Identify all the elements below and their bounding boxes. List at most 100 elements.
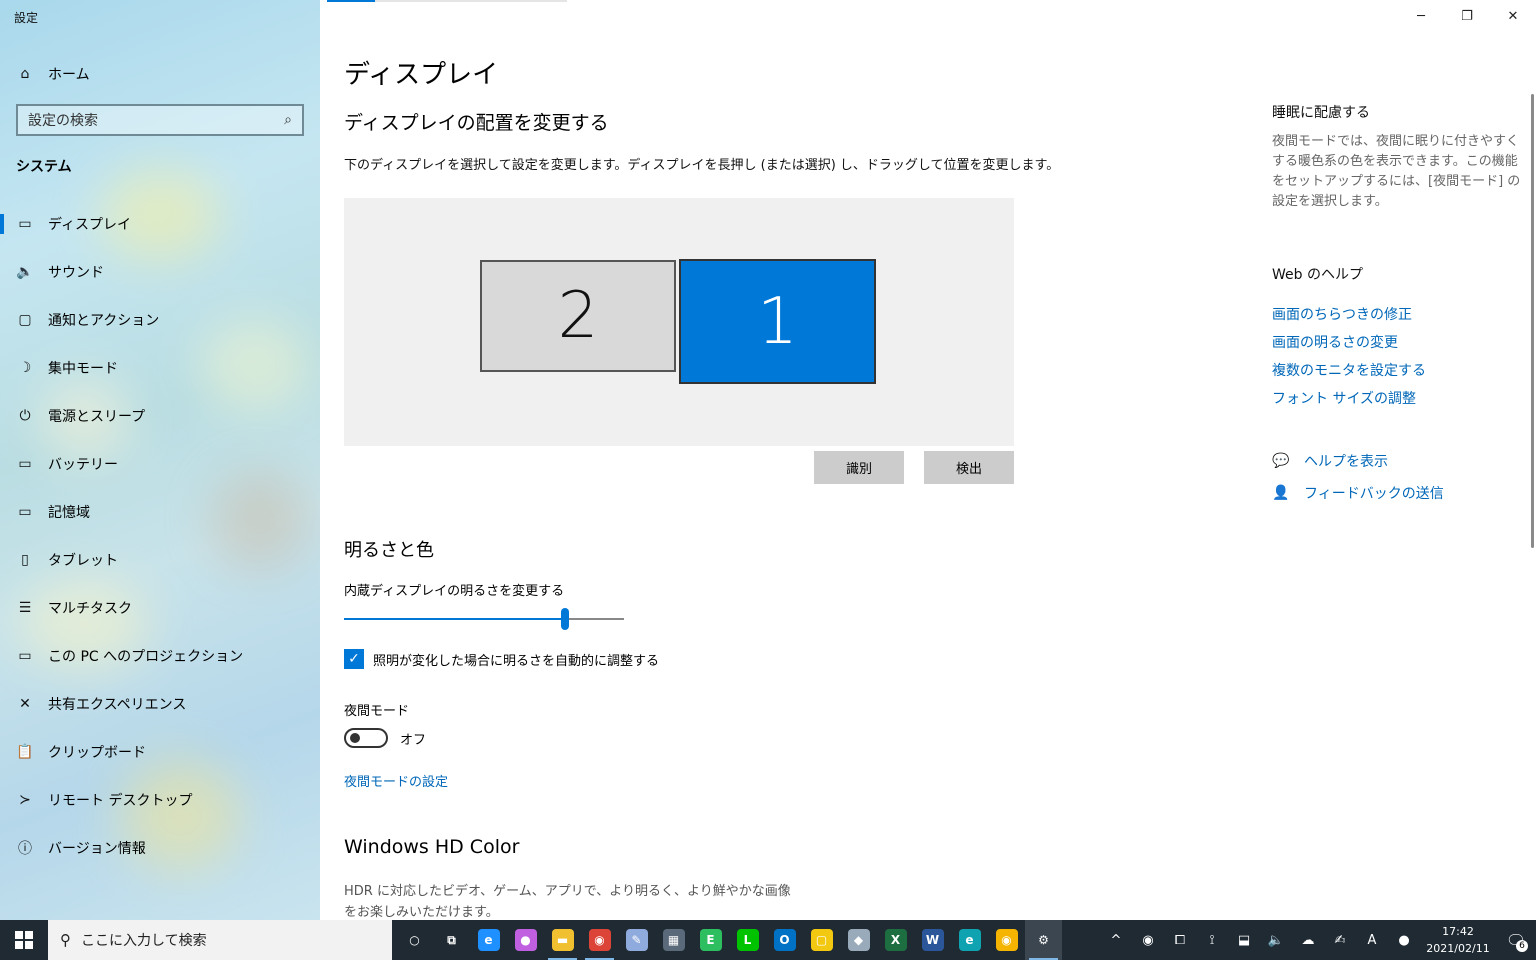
get-help-action[interactable]: 💬 ヘルプを表示	[1272, 445, 1522, 477]
word-glyph: W	[921, 929, 944, 951]
settings-search-input[interactable]: 設定の検索 ⌕	[16, 104, 304, 136]
auto-brightness-row[interactable]: ✓ 照明が変化した場合に明るさを自動的に調整する	[344, 649, 659, 669]
minimize-icon[interactable]: ─	[1398, 0, 1444, 32]
multitask-icon: ☰	[18, 600, 32, 616]
help-link-brightness[interactable]: 画面の明るさの変更	[1272, 328, 1522, 356]
moon-icon: ☽	[18, 360, 32, 376]
sidebar-item-multitask[interactable]: ☰ マルチタスク	[0, 584, 320, 632]
window-controls: ─ ❐ ✕	[1398, 0, 1536, 32]
onedrive-icon[interactable]: ☁	[1292, 920, 1324, 960]
record-icon[interactable]: ◉	[1132, 920, 1164, 960]
auto-brightness-label: 照明が変化した場合に明るさを自動的に調整する	[373, 653, 660, 669]
sidebar-item-clipboard[interactable]: 📋 クリップボード	[0, 728, 320, 776]
sidebar-item-moon[interactable]: ☽ 集中モード	[0, 344, 320, 392]
notification-badge: 6	[1516, 940, 1528, 952]
windows-logo-icon	[15, 931, 33, 949]
paint-icon[interactable]: ✎	[618, 920, 655, 960]
task-view-glyph: ⧉	[447, 932, 456, 947]
show-hidden-icon[interactable]: ^	[1100, 920, 1132, 960]
arrange-heading: ディスプレイの配置を変更する	[344, 112, 609, 134]
internet-explorer-icon[interactable]: e	[470, 920, 507, 960]
sidebar-item-label: タブレット	[48, 553, 118, 569]
sleep-title: 睡眠に配慮する	[1272, 105, 1370, 121]
outlook-icon[interactable]: O	[766, 920, 803, 960]
settings-icon[interactable]: ⚙	[1025, 920, 1062, 960]
info-icon: ⓘ	[18, 841, 32, 857]
chrome-glyph: ◉	[588, 929, 611, 951]
edge-glyph: e	[958, 929, 981, 951]
clipboard-icon: 📋	[16, 744, 34, 760]
start-button[interactable]	[0, 920, 48, 960]
pen-icon[interactable]: ✍	[1324, 920, 1356, 960]
brightness-slider[interactable]	[344, 608, 624, 630]
sticky-notes-glyph: ▢	[810, 929, 833, 951]
close-icon[interactable]: ✕	[1490, 0, 1536, 32]
sidebar-home[interactable]: ⌂ ホーム	[0, 56, 320, 92]
identify-button[interactable]: 識別	[814, 451, 904, 484]
help-link-font-size[interactable]: フォント サイズの調整	[1272, 384, 1522, 412]
slider-thumb[interactable]	[561, 608, 570, 630]
notes-glyph: ◆	[847, 929, 870, 951]
file-explorer-icon[interactable]: ▬	[544, 920, 581, 960]
taskbar-apps: ○ ⧉ e ● ▬ ◉ ✎ ▦ E L O ▢ ◆ X We ◉ ⚙	[396, 920, 1062, 960]
internet-explorer-glyph: e	[477, 929, 500, 951]
sidebar: 設定 ⌂ ホーム 設定の検索 ⌕ システム ▭ ディスプレイ 🔈 サウンド ▢ 通知とアク…	[0, 0, 320, 920]
edge-icon[interactable]: e	[951, 920, 988, 960]
color-ball-icon[interactable]: ●	[1388, 920, 1420, 960]
tray-icons: ^ ◉ ⧠ ⟟ ⬓ 🔈 ☁ ✍ A ●	[1100, 920, 1420, 960]
meet-now-icon[interactable]: ⧠	[1164, 920, 1196, 960]
notes-icon[interactable]: ◆	[840, 920, 877, 960]
help-link-flicker[interactable]: 画面のちらつきの修正	[1272, 300, 1522, 328]
action-center-button[interactable]: 🗨 6	[1496, 920, 1536, 960]
settings-glyph: ⚙	[1038, 933, 1049, 947]
chrome-icon[interactable]: ◉	[581, 920, 618, 960]
sidebar-item-projection[interactable]: ▭ この PC へのプロジェクション	[0, 632, 320, 680]
network-icon[interactable]: ⟟	[1196, 920, 1228, 960]
slider-fill	[344, 618, 566, 620]
sidebar-item-info[interactable]: ⓘ バージョン情報	[0, 824, 320, 872]
detect-button[interactable]: 検出	[924, 451, 1014, 484]
sidebar-item-speaker[interactable]: 🔈 サウンド	[0, 248, 320, 296]
sidebar-item-remote[interactable]: ≻ リモート デスクトップ	[0, 776, 320, 824]
help-link-multi-monitor[interactable]: 複数のモニタを設定する	[1272, 356, 1522, 384]
sidebar-item-battery[interactable]: ▭ バッテリー	[0, 440, 320, 488]
excel-icon[interactable]: X	[877, 920, 914, 960]
sidebar-item-power[interactable]: ⏻ 電源とスリープ	[0, 392, 320, 440]
task-view-icon[interactable]: ⧉	[433, 920, 470, 960]
cortana-glyph: ○	[409, 933, 420, 947]
toggle-knob	[350, 733, 360, 743]
monitor-2[interactable]: 2	[480, 260, 676, 372]
scrollbar[interactable]	[1531, 94, 1534, 548]
ime-icon[interactable]: A	[1356, 920, 1388, 960]
sidebar-item-label: 記憶域	[48, 505, 90, 521]
sleep-text: 夜間モードでは、夜間に眠りに付きやすくする暖色系の色を表示できます。この機能をセ…	[1272, 134, 1521, 209]
sidebar-item-shared[interactable]: ✕ 共有エクスペリエンス	[0, 680, 320, 728]
word-icon[interactable]: W	[914, 920, 951, 960]
night-mode-toggle[interactable]	[344, 728, 388, 748]
sidebar-item-label: 集中モード	[48, 361, 118, 377]
notification-icon: ▢	[18, 312, 32, 328]
sticky-notes-icon[interactable]: ▢	[803, 920, 840, 960]
night-mode-toggle-row[interactable]: オフ	[344, 728, 426, 748]
calculator-icon[interactable]: ▦	[655, 920, 692, 960]
feedback-action[interactable]: 👤 フィードバックの送信	[1272, 477, 1522, 509]
sidebar-list: ▭ ディスプレイ 🔈 サウンド ▢ 通知とアクション ☽ 集中モード ⏻ 電源とスリープ ▭ バッテリ…	[0, 200, 320, 872]
monitor-1[interactable]: 1	[679, 259, 876, 384]
sidebar-item-tablet[interactable]: ▯ タブレット	[0, 536, 320, 584]
restore-icon[interactable]: ❐	[1444, 0, 1490, 32]
cortana-icon[interactable]: ○	[396, 920, 433, 960]
sidebar-item-notification[interactable]: ▢ 通知とアクション	[0, 296, 320, 344]
evernote-icon[interactable]: E	[692, 920, 729, 960]
paint-drop-icon[interactable]: ●	[507, 920, 544, 960]
sidebar-item-storage[interactable]: ▭ 記憶域	[0, 488, 320, 536]
chrome-canary-icon[interactable]: ◉	[988, 920, 1025, 960]
line-icon[interactable]: L	[729, 920, 766, 960]
volume-icon[interactable]: 🔈	[1260, 920, 1292, 960]
night-mode-settings-link[interactable]: 夜間モードの設定	[344, 771, 448, 790]
sidebar-item-monitor[interactable]: ▭ ディスプレイ	[0, 200, 320, 248]
dropbox-icon[interactable]: ⬓	[1228, 920, 1260, 960]
checkmark-icon[interactable]: ✓	[344, 649, 364, 669]
taskbar-search-input[interactable]: ⚲ ここに入力して検索	[48, 920, 392, 960]
hd-color-description: HDR に対応したビデオ、ゲーム、アプリで、より明るく、より鮮やかな画像をお楽し…	[344, 884, 791, 920]
clock[interactable]: 17:42 2021/02/11	[1420, 923, 1496, 957]
